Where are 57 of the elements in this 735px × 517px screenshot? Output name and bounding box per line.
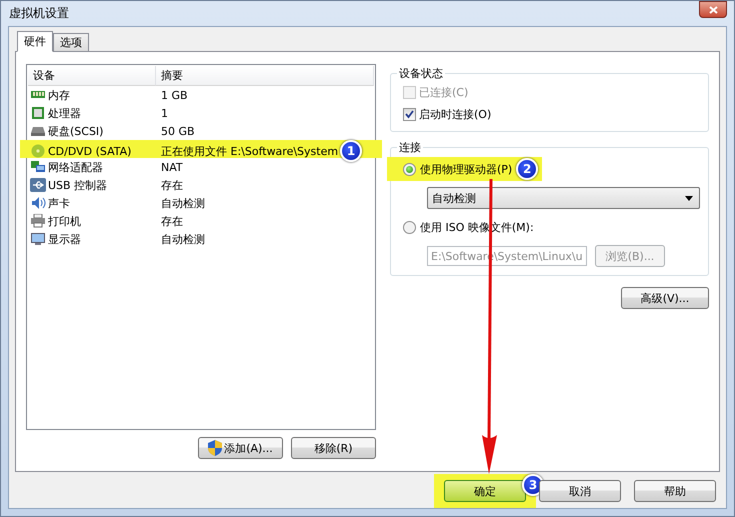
speaker-icon bbox=[30, 196, 46, 210]
group-title: 设备状态 bbox=[398, 66, 444, 81]
close-button[interactable] bbox=[699, 1, 727, 18]
device-summary: 50 GB bbox=[161, 124, 195, 138]
device-summary: 正在使用文件 E:\Software\System bbox=[161, 144, 338, 158]
dialog-button[interactable]: 帮助 bbox=[634, 480, 716, 502]
advanced-button[interactable]: 高级(V)... bbox=[621, 287, 709, 309]
network-icon bbox=[30, 160, 46, 174]
device-name: 网络适配器 bbox=[48, 160, 103, 174]
device-row[interactable]: 显示器 自动检测 bbox=[28, 230, 374, 248]
device-summary: 存在 bbox=[161, 214, 183, 228]
device-name: 内存 bbox=[48, 88, 70, 102]
radio-option[interactable]: 使用物理驱动器(P) 2 bbox=[387, 157, 542, 181]
printer-icon bbox=[30, 214, 46, 228]
dialog-button[interactable]: 取消 bbox=[539, 480, 621, 502]
device-summary: 自动检测 bbox=[161, 196, 205, 210]
checkbox[interactable] bbox=[403, 108, 416, 120]
list-button[interactable]: 移除(R) bbox=[291, 437, 376, 459]
device-summary: 1 GB bbox=[161, 88, 188, 102]
radio-button[interactable] bbox=[403, 162, 416, 176]
group-title: 连接 bbox=[398, 140, 422, 155]
tab[interactable]: 硬件 bbox=[17, 31, 53, 52]
device-name: 硬盘(SCSI) bbox=[48, 124, 104, 138]
device-name: 显示器 bbox=[48, 232, 81, 246]
device-summary: 自动检测 bbox=[161, 232, 205, 246]
device-row[interactable]: USB 控制器 存在 bbox=[28, 176, 374, 194]
device-summary: NAT bbox=[161, 160, 183, 174]
device-name: 处理器 bbox=[48, 106, 81, 120]
device-row[interactable]: 处理器 1 bbox=[28, 104, 374, 122]
checkbox-label: 启动时连接(O) bbox=[419, 106, 492, 122]
dropdown-arrow-icon bbox=[685, 196, 693, 200]
device-row[interactable]: 声卡 自动检测 bbox=[28, 194, 374, 212]
tab[interactable]: 选项 bbox=[53, 33, 89, 51]
device-name: 打印机 bbox=[48, 214, 81, 228]
device-summary: 存在 bbox=[161, 178, 183, 192]
device-summary: 1 bbox=[161, 106, 168, 120]
device-name: CD/DVD (SATA) bbox=[48, 144, 132, 158]
dialog-button[interactable]: 确定 bbox=[444, 480, 526, 502]
device-row[interactable]: 内存 1 GB bbox=[28, 86, 374, 104]
device-row[interactable]: 硬盘(SCSI) 50 GB bbox=[28, 122, 374, 140]
column-header[interactable]: 设备 bbox=[28, 66, 156, 86]
disc-icon bbox=[30, 144, 46, 158]
device-name: 声卡 bbox=[48, 196, 70, 210]
window-title: 虚拟机设置 bbox=[8, 5, 69, 22]
close-icon bbox=[708, 6, 718, 14]
checkbox-label: 已连接(C) bbox=[419, 84, 468, 100]
column-header[interactable]: 摘要 bbox=[156, 66, 374, 86]
monitor-icon bbox=[30, 232, 46, 246]
step-badge: 2 bbox=[516, 158, 538, 180]
drive-dropdown[interactable]: 自动检测 bbox=[427, 187, 700, 209]
device-name: USB 控制器 bbox=[48, 178, 108, 192]
processor-icon bbox=[30, 106, 46, 120]
usb-icon bbox=[30, 178, 46, 192]
list-button[interactable]: 添加(A)... bbox=[198, 437, 283, 459]
radio-button[interactable] bbox=[403, 220, 416, 234]
device-row[interactable]: 打印机 存在 bbox=[28, 212, 374, 230]
step-badge: 1 bbox=[340, 140, 362, 162]
